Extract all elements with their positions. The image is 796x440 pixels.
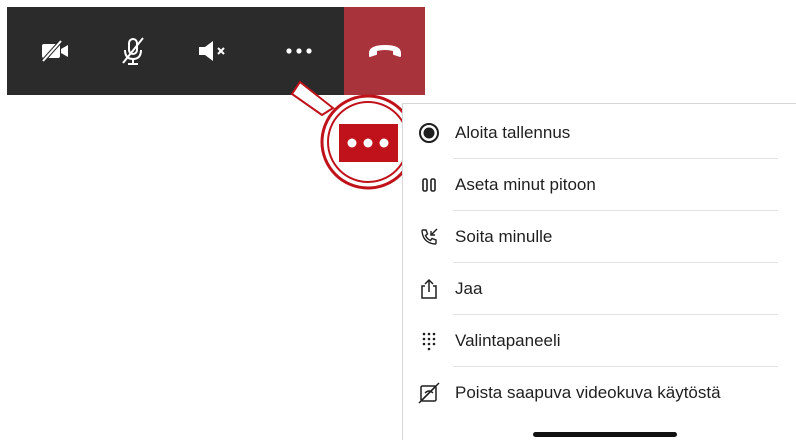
call-toolbar xyxy=(7,7,425,95)
hang-up-icon xyxy=(365,39,405,64)
speaker-muted-icon xyxy=(196,39,230,63)
speaker-toggle-button[interactable] xyxy=(183,7,243,95)
dialpad-icon xyxy=(417,329,441,353)
microphone-toggle-button[interactable] xyxy=(103,7,163,95)
menu-item-share[interactable]: Jaa xyxy=(403,263,778,315)
more-options-button[interactable] xyxy=(269,7,329,95)
more-icon xyxy=(284,47,314,55)
more-icon xyxy=(347,138,357,148)
menu-item-start-recording[interactable]: Aloita tallennus xyxy=(403,107,778,159)
more-button-highlight xyxy=(339,124,398,162)
camera-toggle-button[interactable] xyxy=(25,7,85,95)
hang-up-button[interactable] xyxy=(344,7,425,95)
menu-item-disable-incoming-video[interactable]: Poista saapuva videokuva käytöstä xyxy=(403,367,778,419)
menu-item-dialpad[interactable]: Valintapaneeli xyxy=(403,315,778,367)
share-icon xyxy=(417,277,441,301)
menu-item-label: Valintapaneeli xyxy=(455,331,561,350)
menu-item-label: Jaa xyxy=(455,279,483,298)
menu-item-label: Soita minulle xyxy=(455,227,553,246)
menu-item-label: Aloita tallennus xyxy=(455,123,571,142)
more-options-menu: Aloita tallennus Aseta minut pitoon Soit… xyxy=(402,103,796,440)
call-me-icon xyxy=(417,225,441,249)
video-off-icon xyxy=(417,381,441,405)
hold-icon xyxy=(417,173,441,197)
home-indicator xyxy=(533,432,677,437)
record-icon xyxy=(417,121,441,145)
menu-item-label: Aseta minut pitoon xyxy=(455,175,596,194)
menu-item-label: Poista saapuva videokuva käytöstä xyxy=(455,383,721,402)
menu-item-hold[interactable]: Aseta minut pitoon xyxy=(403,159,778,211)
menu-item-call-me[interactable]: Soita minulle xyxy=(403,211,778,263)
mic-off-icon xyxy=(120,36,146,66)
camera-off-icon xyxy=(40,39,70,63)
